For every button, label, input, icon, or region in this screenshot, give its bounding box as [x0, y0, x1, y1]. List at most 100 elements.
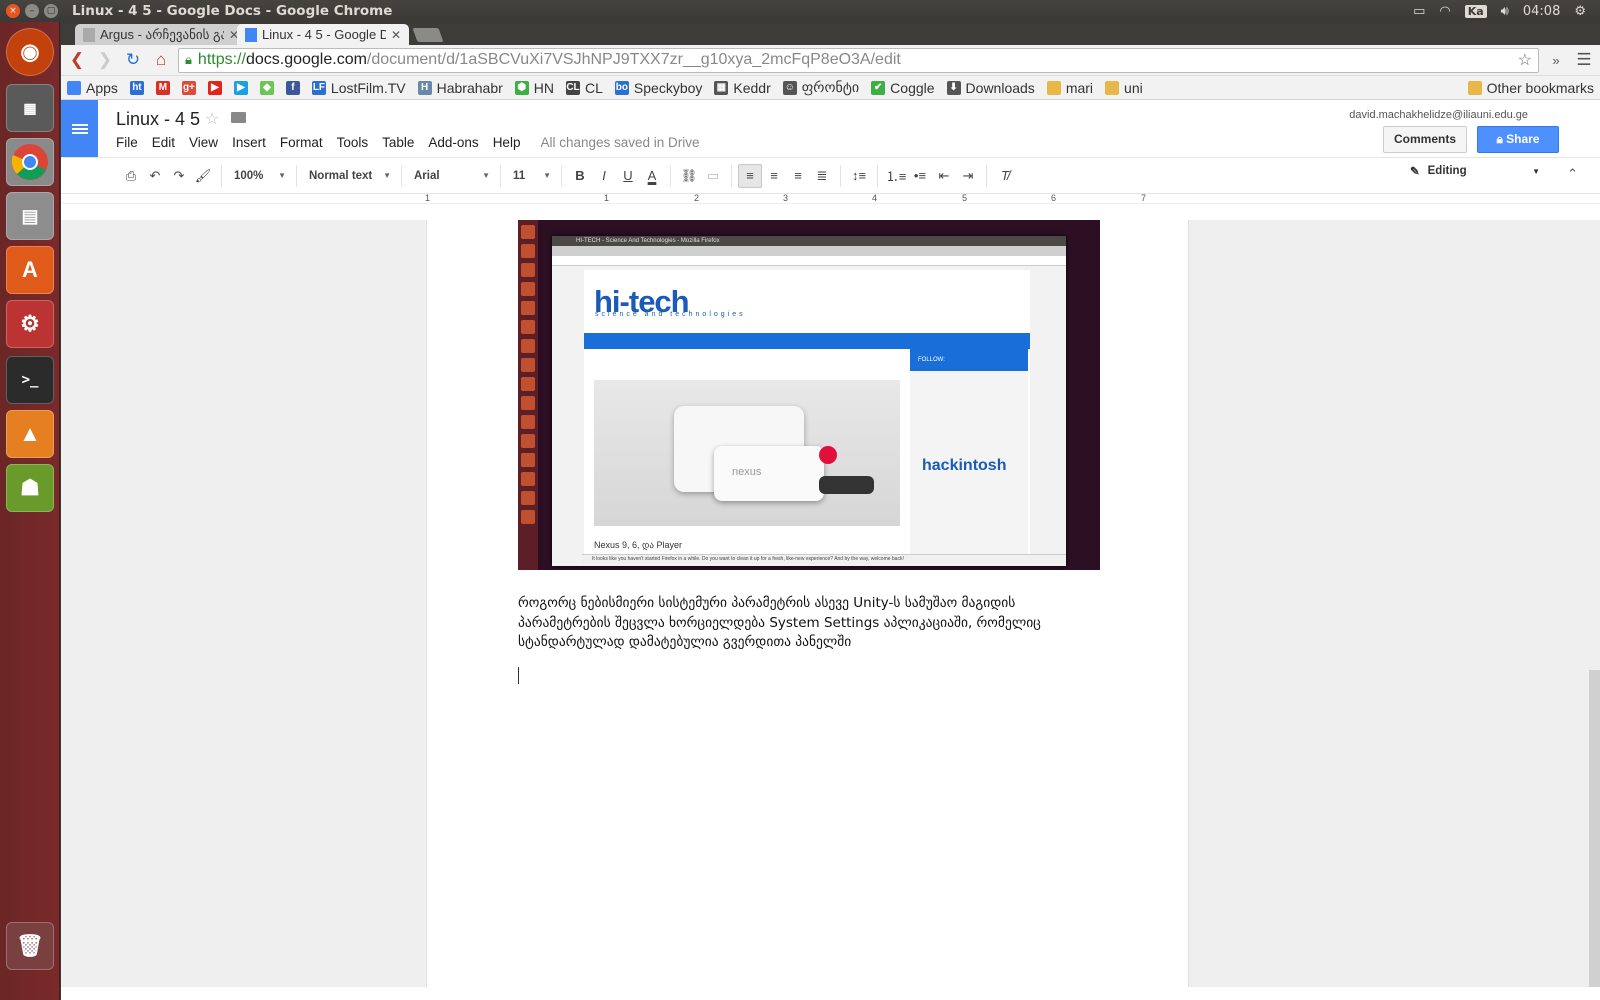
android-icon[interactable]: ☗ [6, 464, 54, 512]
vertical-scrollbar[interactable] [1589, 670, 1600, 987]
mode-select[interactable]: ✎ Editing ▼ [1410, 164, 1540, 178]
menu-format[interactable]: Format [280, 135, 323, 150]
collapse-toolbar-icon[interactable]: ⌃ [1567, 166, 1578, 182]
ruler[interactable]: 1 1 2 3 4 5 6 7 [61, 193, 1600, 204]
close-window-button[interactable]: × [6, 4, 20, 18]
redo-icon[interactable]: ↷ [167, 164, 191, 188]
bookmark-lf[interactable]: LF LostFilm.TV [311, 80, 406, 96]
other-bookmarks-folder[interactable]: Other bookmarks [1467, 80, 1594, 96]
document-title[interactable]: Linux - 4 5 [116, 109, 200, 130]
menu-file[interactable]: File [116, 135, 138, 150]
comments-button[interactable]: Comments [1382, 126, 1467, 153]
menu-help[interactable]: Help [493, 135, 521, 150]
bookmark-keddr[interactable]: ▦ Keddr [714, 80, 771, 96]
align-justify-icon[interactable]: ≣ [810, 164, 834, 188]
workspace-switcher-icon[interactable]: ▦ [6, 84, 54, 132]
tab-argus[interactable]: Argus - არჩევანის გაკ ✕ [75, 24, 247, 45]
article-caption: Nexus 9, 6, და Player [594, 540, 682, 550]
underline-icon[interactable]: U [616, 164, 640, 188]
power-gear-icon[interactable]: ⚙ [1574, 4, 1586, 19]
system-settings-icon[interactable]: ⚙ [6, 300, 54, 348]
menu-addons[interactable]: Add-ons [428, 135, 478, 150]
bookmark-gplus[interactable]: g+ [181, 80, 196, 95]
star-document-icon[interactable]: ☆ [205, 109, 219, 129]
clear-formatting-icon[interactable]: T̸ [993, 164, 1017, 188]
menu-tools[interactable]: Tools [337, 135, 369, 150]
ubuntu-dash-icon[interactable]: ◉ [6, 28, 54, 76]
files-icon[interactable]: ▤ [6, 192, 54, 240]
style-select[interactable]: Normal text ▼ [303, 164, 395, 188]
clock[interactable]: 04:08 [1523, 4, 1560, 19]
font-size-select[interactable]: 11 ▼ [507, 164, 555, 188]
home-icon[interactable]: ⌂ [150, 50, 172, 70]
bookmark-star-icon[interactable]: ☆ [1518, 50, 1532, 70]
display-icon[interactable]: ▭ [1413, 4, 1425, 19]
chrome-icon[interactable] [6, 138, 54, 186]
align-center-icon[interactable]: ≡ [762, 164, 786, 188]
bookmark-youtube[interactable]: ▶ [207, 80, 222, 95]
bookmark-ht[interactable]: ht [129, 80, 144, 95]
address-bar[interactable]: 🔒︎ https://docs.google.com/document/d/1a… [178, 47, 1539, 73]
italic-icon[interactable]: I [592, 164, 616, 188]
paint-format-icon[interactable]: 🖌︎ [191, 164, 215, 188]
tab-docs[interactable]: Linux - 4 5 - Google Dc ✕ [237, 24, 409, 45]
minimize-window-button[interactable]: – [25, 4, 39, 18]
align-left-icon[interactable]: ≡ [738, 163, 762, 188]
bookmark-folder[interactable]: uni [1105, 80, 1143, 96]
link-icon[interactable]: ⛓︎ [677, 164, 701, 188]
terminal-icon[interactable]: >_ [6, 356, 54, 404]
save-status[interactable]: All changes saved in Drive [540, 135, 699, 150]
bookmark-feedly[interactable]: ◆ [259, 80, 274, 95]
bookmark-cl[interactable]: CL CL [566, 80, 603, 96]
text-color-icon[interactable]: A [640, 164, 664, 188]
increase-indent-icon[interactable]: ⇥ [956, 164, 980, 188]
move-to-folder-icon[interactable] [231, 112, 246, 123]
new-tab-button[interactable] [412, 28, 444, 42]
software-center-icon[interactable]: A [6, 246, 54, 294]
comment-icon[interactable]: ▭ [701, 164, 725, 188]
trash-icon[interactable]: 🗑︎ [6, 922, 54, 970]
bookmark-front[interactable]: ☺ ფრონტი [782, 79, 859, 96]
bookmark-habr[interactable]: H Habrahabr [417, 80, 503, 96]
menu-table[interactable]: Table [382, 135, 414, 150]
bookmark-gmail[interactable]: M [155, 80, 170, 95]
zoom-select[interactable]: 100% ▼ [228, 164, 290, 188]
bookmark-hn[interactable]: ⬢ HN [514, 80, 554, 96]
maximize-window-button[interactable]: ▢ [44, 4, 58, 18]
share-button[interactable]: 🔒︎ Share [1477, 126, 1559, 153]
bookmark-play-store[interactable]: ▶ [233, 80, 248, 95]
bookmark-folder[interactable]: mari [1046, 80, 1093, 96]
embedded-screenshot-image[interactable]: HI-TECH - Science And Technologies - Moz… [518, 220, 1100, 570]
font-select[interactable]: Arial ▼ [408, 164, 494, 188]
keyboard-layout-indicator[interactable]: Ka [1464, 4, 1487, 18]
bold-icon[interactable]: B [568, 164, 592, 188]
chrome-menu-icon[interactable]: ☰ [1573, 50, 1595, 70]
menu-edit[interactable]: Edit [152, 135, 175, 150]
volume-icon[interactable]: 🔊︎ [1501, 4, 1509, 19]
align-right-icon[interactable]: ≡ [786, 164, 810, 188]
document-page[interactable]: HI-TECH - Science And Technologies - Moz… [426, 220, 1189, 987]
back-icon[interactable]: ❮ [66, 50, 88, 70]
print-icon[interactable]: ⎙ [119, 164, 143, 188]
close-tab-icon[interactable]: ✕ [391, 28, 401, 42]
numbered-list-icon[interactable]: ⒈≡ [884, 164, 908, 188]
decrease-indent-icon[interactable]: ⇤ [932, 164, 956, 188]
vlc-icon[interactable]: ▲ [6, 410, 54, 458]
bulleted-list-icon[interactable]: •≡ [908, 164, 932, 188]
reload-icon[interactable]: ↻ [122, 50, 144, 70]
bookmark-download[interactable]: ⬇ Downloads [946, 80, 1035, 96]
bookmark-facebook[interactable]: f [285, 80, 300, 95]
wifi-icon[interactable]: ◠ [1439, 4, 1450, 19]
forward-icon[interactable]: ❯ [94, 50, 116, 70]
undo-icon[interactable]: ↶ [143, 164, 167, 188]
docs-home-icon[interactable] [61, 100, 98, 157]
bookmark-coggle[interactable]: ✔ Coggle [871, 80, 935, 96]
bookmark-speckyboy[interactable]: bo Speckyboy [614, 80, 702, 96]
bookmark-apps-grid[interactable]: Apps [67, 80, 118, 96]
document-body-text[interactable]: როგორც ნებისმიერი სისტემური პარამეტრის ა… [518, 594, 1078, 653]
menu-view[interactable]: View [189, 135, 218, 150]
extensions-overflow-icon[interactable]: » [1545, 53, 1567, 68]
line-spacing-icon[interactable]: ↕≡ [847, 164, 871, 188]
menu-insert[interactable]: Insert [232, 135, 266, 150]
user-email[interactable]: david.machakhelidze@iliauni.edu.ge [1349, 109, 1528, 121]
